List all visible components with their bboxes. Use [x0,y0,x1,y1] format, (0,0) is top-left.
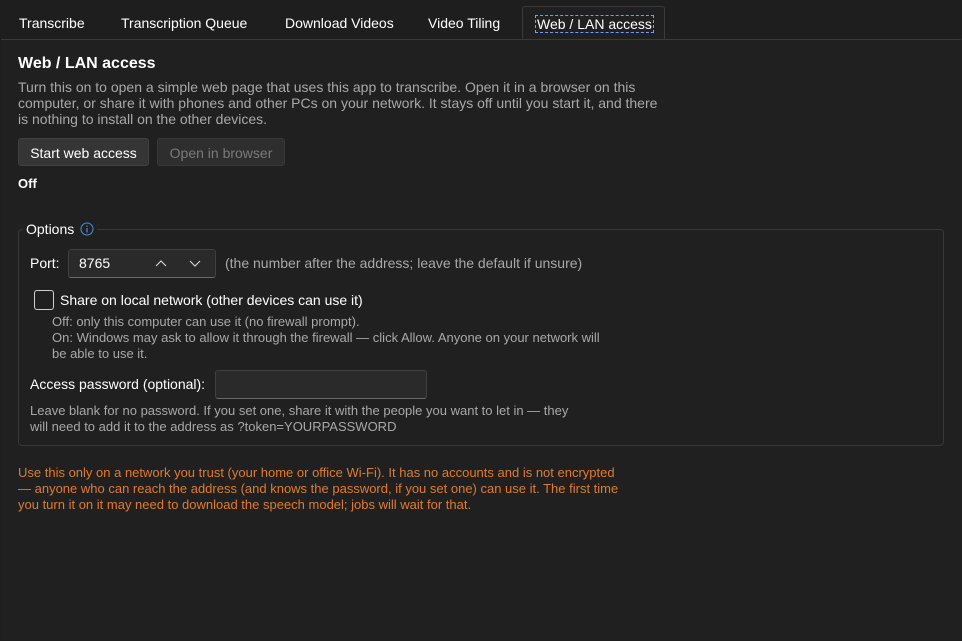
tab-bar: Transcribe Transcription Queue Download … [0,0,962,40]
port-hint: (the number after the address; leave the… [225,255,583,271]
password-input[interactable] [215,370,427,399]
tab-label: Transcribe [19,15,85,31]
share-note: Off: only this computer can use it (no f… [52,314,612,362]
status-label: Off [18,176,37,191]
tab-video-tiling[interactable]: Video Tiling [428,0,500,39]
port-label: Port: [30,255,60,271]
open-in-browser-button[interactable]: Open in browser [157,138,285,166]
tab-label: Download Videos [285,15,394,31]
share-note-on: On: Windows may ask to allow it through … [52,330,600,361]
tab-transcription-queue[interactable]: Transcription Queue [121,0,247,39]
tab-web-lan-access[interactable]: Web / LAN access [522,6,665,40]
port-spinbox[interactable]: 8765 [68,249,216,278]
share-on-network-checkbox[interactable] [34,290,54,310]
share-note-off: Off: only this computer can use it (no f… [52,314,360,329]
section-title: Web / LAN access [18,55,156,72]
chevron-down-icon[interactable] [187,256,203,270]
info-icon[interactable] [80,222,94,236]
password-note: Leave blank for no password. If you set … [30,403,569,434]
security-warning: Use this only on a network you trust (yo… [18,465,619,512]
tab-download-videos[interactable]: Download Videos [285,0,394,39]
tab-label: Video Tiling [428,15,501,31]
password-label: Access password (optional): [30,376,206,392]
start-web-access-button[interactable]: Start web access [18,138,149,166]
port-value: 8765 [79,255,111,271]
options-legend: Options [23,221,98,237]
section-description: Turn this on to open a simple web page t… [18,79,658,127]
chevron-up-icon[interactable] [153,256,169,270]
tab-label: Transcription Queue [121,15,248,31]
tab-transcribe[interactable]: Transcribe [19,0,85,39]
share-on-network-label[interactable]: Share on local network (other devices ca… [60,292,363,308]
options-legend-label: Options [26,221,75,237]
tab-label: Web / LAN access [535,15,654,33]
